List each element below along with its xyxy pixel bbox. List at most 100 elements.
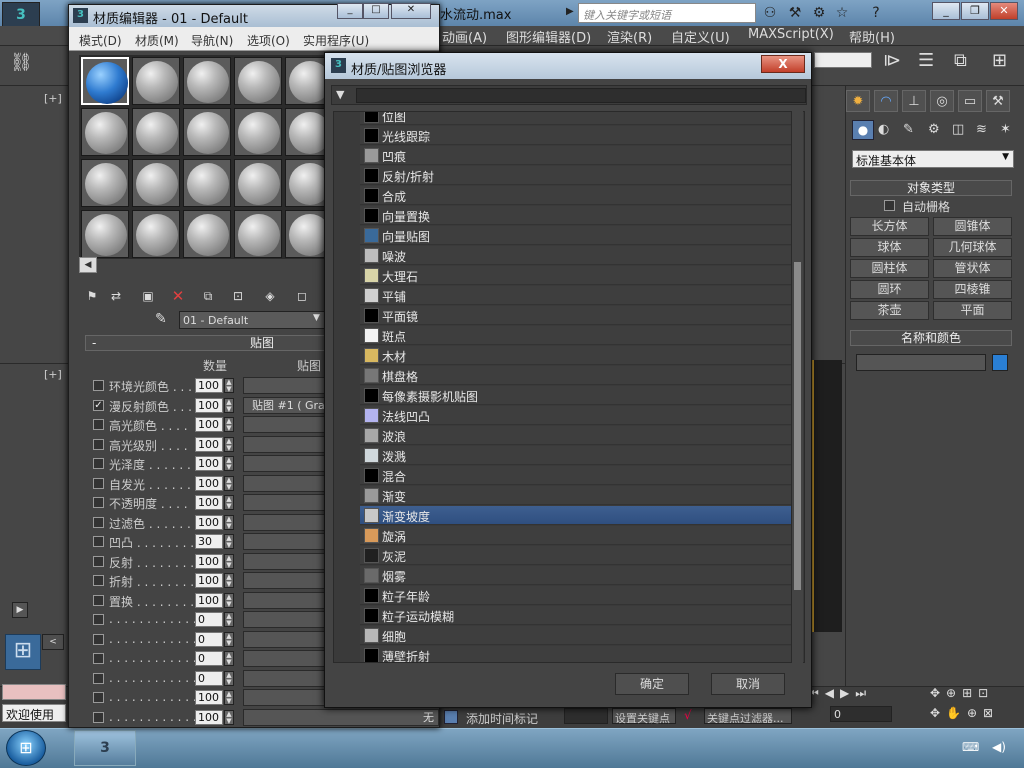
map-amount-field[interactable]: 100 xyxy=(195,573,223,588)
map-list-item[interactable]: 大理石 xyxy=(360,266,798,285)
map-amount-spinner[interactable]: ▲ ▼ xyxy=(224,651,234,666)
search-input[interactable]: 键入关键字或短语 xyxy=(578,3,756,23)
map-list-item[interactable]: 平铺 xyxy=(360,286,798,305)
cone-button[interactable]: 圆锥体 xyxy=(933,217,1012,236)
play-arrow-icon[interactable]: ▶ xyxy=(12,602,28,618)
layer-manager-icon[interactable]: ⧉ xyxy=(954,50,967,71)
map-list-item[interactable]: 渐变 xyxy=(360,486,798,505)
plane-button[interactable]: 平面 xyxy=(933,301,1012,320)
map-amount-spinner[interactable]: ▲ ▼ xyxy=(224,456,234,471)
map-list-item[interactable]: 每像素摄影机贴图 xyxy=(360,386,798,405)
material-sample-slot[interactable] xyxy=(234,210,282,258)
key-filters-button[interactable]: 关键点过滤器... xyxy=(704,708,792,724)
viewport-label-top[interactable]: [+] xyxy=(44,92,62,105)
map-enable-checkbox[interactable] xyxy=(93,458,104,469)
hierarchy-tab-icon[interactable]: ⊥ xyxy=(902,90,926,112)
auto-grid-checkbox[interactable] xyxy=(884,200,895,211)
expand-arrow-icon[interactable]: ▶ xyxy=(566,6,574,17)
assign-material-icon[interactable]: ▣ xyxy=(139,287,157,305)
me-menu-material[interactable]: 材质(M) xyxy=(135,32,179,49)
lights-icon[interactable]: ✎ xyxy=(903,122,914,137)
map-amount-field[interactable]: 100 xyxy=(195,514,223,530)
material-name-dropdown-icon[interactable]: ▼ xyxy=(313,313,320,323)
map-enable-checkbox[interactable]: ✓ xyxy=(93,399,104,411)
map-list-item[interactable]: 木材 xyxy=(360,346,798,365)
app-restore-button[interactable]: ❐ xyxy=(961,2,989,20)
create-tab-icon[interactable]: ✹ xyxy=(846,90,870,112)
map-amount-field[interactable]: 100 xyxy=(195,456,223,471)
orbit-pan-icon[interactable]: ✥✋⊕⊠ xyxy=(930,706,999,720)
time-tag-icon[interactable] xyxy=(444,710,458,724)
map-list-item[interactable]: 棋盘格 xyxy=(360,366,798,385)
space-warps-icon[interactable]: ≋ xyxy=(976,122,987,137)
material-sample-slot[interactable] xyxy=(81,108,129,156)
map-list-item[interactable]: 混合 xyxy=(360,466,798,485)
map-list-item[interactable]: 细胞 xyxy=(360,626,798,645)
geosphere-button[interactable]: 几何球体 xyxy=(933,238,1012,257)
map-amount-spinner[interactable]: ▲ ▼ xyxy=(224,514,234,530)
map-enable-checkbox[interactable] xyxy=(93,692,104,703)
map-amount-spinner[interactable]: ▲ ▼ xyxy=(224,690,234,705)
map-amount-spinner[interactable]: ▲ ▼ xyxy=(224,397,234,413)
align-icon[interactable]: ☰ xyxy=(918,50,934,71)
menu-graph-editors[interactable]: 图形编辑器(D) xyxy=(506,27,591,46)
material-sample-slot[interactable] xyxy=(132,159,180,207)
box-button[interactable]: 长方体 xyxy=(850,217,929,236)
browser-search-input[interactable] xyxy=(356,88,806,103)
material-sample-slot[interactable] xyxy=(234,57,282,105)
map-enable-checkbox[interactable] xyxy=(93,419,104,430)
map-enable-checkbox[interactable] xyxy=(93,536,104,547)
reset-map-icon[interactable]: ✕ xyxy=(169,287,187,305)
start-button-icon[interactable]: ⊞ xyxy=(6,730,46,766)
map-amount-field[interactable]: 100 xyxy=(195,436,223,452)
menu-animation[interactable]: 动画(A) xyxy=(442,27,487,46)
eyedropper-icon[interactable]: ✎ xyxy=(155,311,167,327)
app-minimize-button[interactable]: _ xyxy=(932,2,960,20)
map-enable-checkbox[interactable] xyxy=(93,380,104,391)
map-amount-field[interactable]: 100 xyxy=(195,417,223,432)
map-amount-field[interactable]: 100 xyxy=(195,690,223,705)
material-sample-slot[interactable] xyxy=(234,159,282,207)
material-sample-slot[interactable] xyxy=(183,108,231,156)
map-amount-spinner[interactable]: ▲ ▼ xyxy=(224,612,234,627)
material-name-input[interactable]: 01 - Default xyxy=(179,311,327,329)
star-icon[interactable]: ☆ xyxy=(832,3,852,23)
map-enable-checkbox[interactable] xyxy=(93,614,104,625)
map-list-item[interactable]: 波浪 xyxy=(360,426,798,445)
map-amount-field[interactable]: 100 xyxy=(195,709,223,725)
map-amount-spinner[interactable]: ▲ ▼ xyxy=(224,436,234,452)
map-slot-button[interactable]: 无 xyxy=(243,708,439,726)
material-sample-slot[interactable] xyxy=(132,108,180,156)
map-amount-field[interactable]: 0 xyxy=(195,651,223,666)
tube-button[interactable]: 管状体 xyxy=(933,259,1012,278)
put-to-library-icon[interactable]: ⊡ xyxy=(229,287,247,305)
maxscript-listener-input[interactable] xyxy=(2,684,66,700)
material-sample-slot[interactable] xyxy=(81,57,129,105)
filter-icon[interactable]: ▼ xyxy=(336,88,344,101)
scrollbar-thumb[interactable] xyxy=(793,261,802,591)
map-amount-spinner[interactable]: ▲ ▼ xyxy=(224,631,234,647)
material-sample-slot[interactable] xyxy=(234,108,282,156)
binoculars-icon[interactable]: ⚇ xyxy=(760,3,780,23)
app-logo-icon[interactable]: 3 xyxy=(2,2,40,28)
map-list-item[interactable]: 光线跟踪 xyxy=(360,126,798,145)
teapot-button[interactable]: 茶壶 xyxy=(850,301,929,320)
map-list-item[interactable]: 粒子运动模糊 xyxy=(360,606,798,625)
mirror-icon[interactable]: ⧐ xyxy=(883,50,901,71)
map-list-item[interactable]: 噪波 xyxy=(360,246,798,265)
cameras-icon[interactable]: ⚙ xyxy=(928,122,940,137)
geometry-icon[interactable]: ● xyxy=(852,120,874,140)
map-enable-checkbox[interactable] xyxy=(93,516,104,528)
map-amount-spinner[interactable]: ▲ ▼ xyxy=(224,573,234,588)
browser-titlebar[interactable]: 3 材质/贴图浏览器 xyxy=(325,53,811,79)
map-list-item[interactable]: 位图 xyxy=(360,112,798,125)
put-to-scene-icon[interactable]: ⇄ xyxy=(107,287,125,305)
map-amount-spinner[interactable]: ▲ ▼ xyxy=(224,417,234,432)
named-selection-dropdown[interactable] xyxy=(814,52,872,68)
map-amount-spinner[interactable]: ▲ ▼ xyxy=(224,378,234,393)
curve-editor-icon[interactable]: ⊞ xyxy=(992,50,1007,71)
me-menu-modes[interactable]: 模式(D) xyxy=(79,32,122,49)
me-maximize-button[interactable]: □ xyxy=(363,3,389,19)
map-enable-checkbox[interactable] xyxy=(93,633,104,645)
map-amount-spinner[interactable]: ▲ ▼ xyxy=(224,709,234,725)
